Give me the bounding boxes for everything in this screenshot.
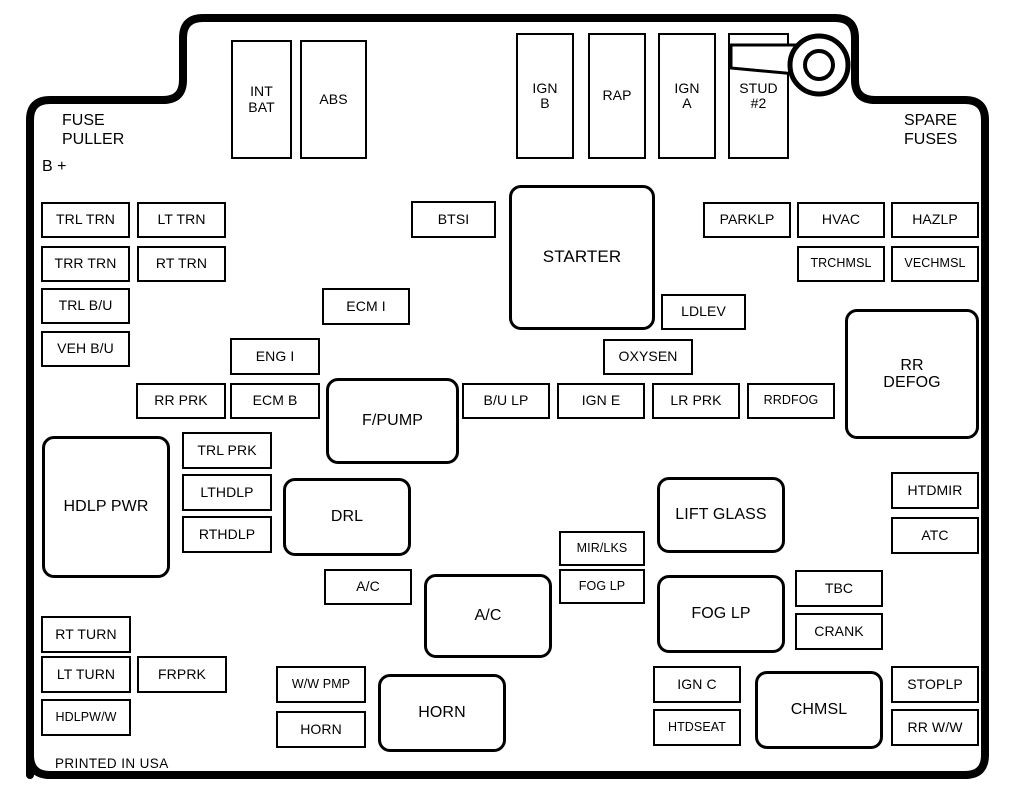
cell-trr-trn[interactable]: TRR TRN (41, 246, 130, 282)
cell-hvac[interactable]: HVAC (797, 202, 885, 238)
cell-fog-lp-relay[interactable]: FOG LP (657, 575, 785, 653)
cell-frprk[interactable]: FRPRK (137, 656, 227, 693)
cell-mir-lks[interactable]: MIR/LKS (559, 531, 645, 566)
cell-hdlp-pwr[interactable]: HDLP PWR (42, 436, 170, 578)
cell-lift-glass[interactable]: LIFT GLASS (657, 477, 785, 553)
cell-horn-relay[interactable]: HORN (378, 674, 506, 752)
cell-horn-fuse[interactable]: HORN (276, 711, 366, 748)
cell-lt-turn[interactable]: LT TURN (41, 656, 131, 693)
cell-vechmsl[interactable]: VECHMSL (891, 246, 979, 282)
cell-trl-trn[interactable]: TRL TRN (41, 202, 130, 238)
cell-rap[interactable]: RAP (588, 33, 646, 159)
cell-f-pump[interactable]: F/PUMP (326, 378, 459, 464)
cell-rr-ww[interactable]: RR W/W (891, 709, 979, 746)
cell-trl-bu[interactable]: TRL B/U (41, 288, 130, 324)
cell-bu-lp[interactable]: B/U LP (462, 383, 550, 419)
fuse-box-diagram: FUSE PULLER B + SPARE FUSES PRINTED IN U… (0, 0, 1024, 800)
cell-rt-trn[interactable]: RT TRN (137, 246, 226, 282)
cell-stud-2[interactable]: STUD #2 (728, 33, 789, 159)
cell-lt-trn[interactable]: LT TRN (137, 202, 226, 238)
cell-hazlp[interactable]: HAZLP (891, 202, 979, 238)
cell-rrdfog[interactable]: RRDFOG (747, 383, 835, 419)
cell-ww-pmp[interactable]: W/W PMP (276, 666, 366, 703)
cell-stoplp[interactable]: STOPLP (891, 666, 979, 703)
cell-rr-defog[interactable]: RR DEFOG (845, 309, 979, 439)
fuse-puller-label: FUSE PULLER (62, 112, 125, 148)
cell-htdmir[interactable]: HTDMIR (891, 472, 979, 509)
cell-oxysen[interactable]: OXYSEN (603, 339, 693, 375)
spare-fuses-label: SPARE FUSES (904, 112, 958, 148)
cell-crank[interactable]: CRANK (795, 613, 883, 650)
cell-rthdlp[interactable]: RTHDLP (182, 516, 272, 553)
cell-atc[interactable]: ATC (891, 517, 979, 554)
cell-fog-lp-fuse[interactable]: FOG LP (559, 569, 645, 604)
cell-ac-fuse[interactable]: A/C (324, 569, 412, 605)
cell-trchmsl[interactable]: TRCHMSL (797, 246, 885, 282)
cell-trl-prk[interactable]: TRL PRK (182, 432, 272, 469)
cell-htdseat[interactable]: HTDSEAT (653, 709, 741, 746)
cell-ign-b[interactable]: IGN B (516, 33, 574, 159)
b-plus-label: B + (42, 158, 67, 175)
cell-ign-c[interactable]: IGN C (653, 666, 741, 703)
cell-rt-turn[interactable]: RT TURN (41, 616, 131, 653)
cell-hdlpww[interactable]: HDLPW/W (41, 699, 131, 736)
cell-lr-prk[interactable]: LR PRK (652, 383, 740, 419)
cell-int-bat[interactable]: INT BAT (231, 40, 292, 159)
cell-drl[interactable]: DRL (283, 478, 411, 556)
cell-ldlev[interactable]: LDLEV (661, 294, 746, 330)
cell-rr-prk[interactable]: RR PRK (136, 383, 226, 419)
cell-ign-a[interactable]: IGN A (658, 33, 716, 159)
cell-ecm-i[interactable]: ECM I (322, 288, 410, 325)
cell-starter[interactable]: STARTER (509, 185, 655, 330)
cell-ecm-b[interactable]: ECM B (230, 383, 320, 419)
cell-eng-i[interactable]: ENG I (230, 338, 320, 375)
cell-abs[interactable]: ABS (300, 40, 367, 159)
cell-parklp[interactable]: PARKLP (703, 202, 791, 238)
printed-in-usa-label: PRINTED IN USA (55, 756, 169, 771)
cell-ac-relay[interactable]: A/C (424, 574, 552, 658)
cell-veh-bu[interactable]: VEH B/U (41, 331, 130, 367)
cell-btsi[interactable]: BTSI (411, 201, 496, 238)
cell-chmsl[interactable]: CHMSL (755, 671, 883, 749)
cell-ign-e[interactable]: IGN E (557, 383, 645, 419)
cell-tbc[interactable]: TBC (795, 570, 883, 607)
cell-lthdlp[interactable]: LTHDLP (182, 474, 272, 511)
